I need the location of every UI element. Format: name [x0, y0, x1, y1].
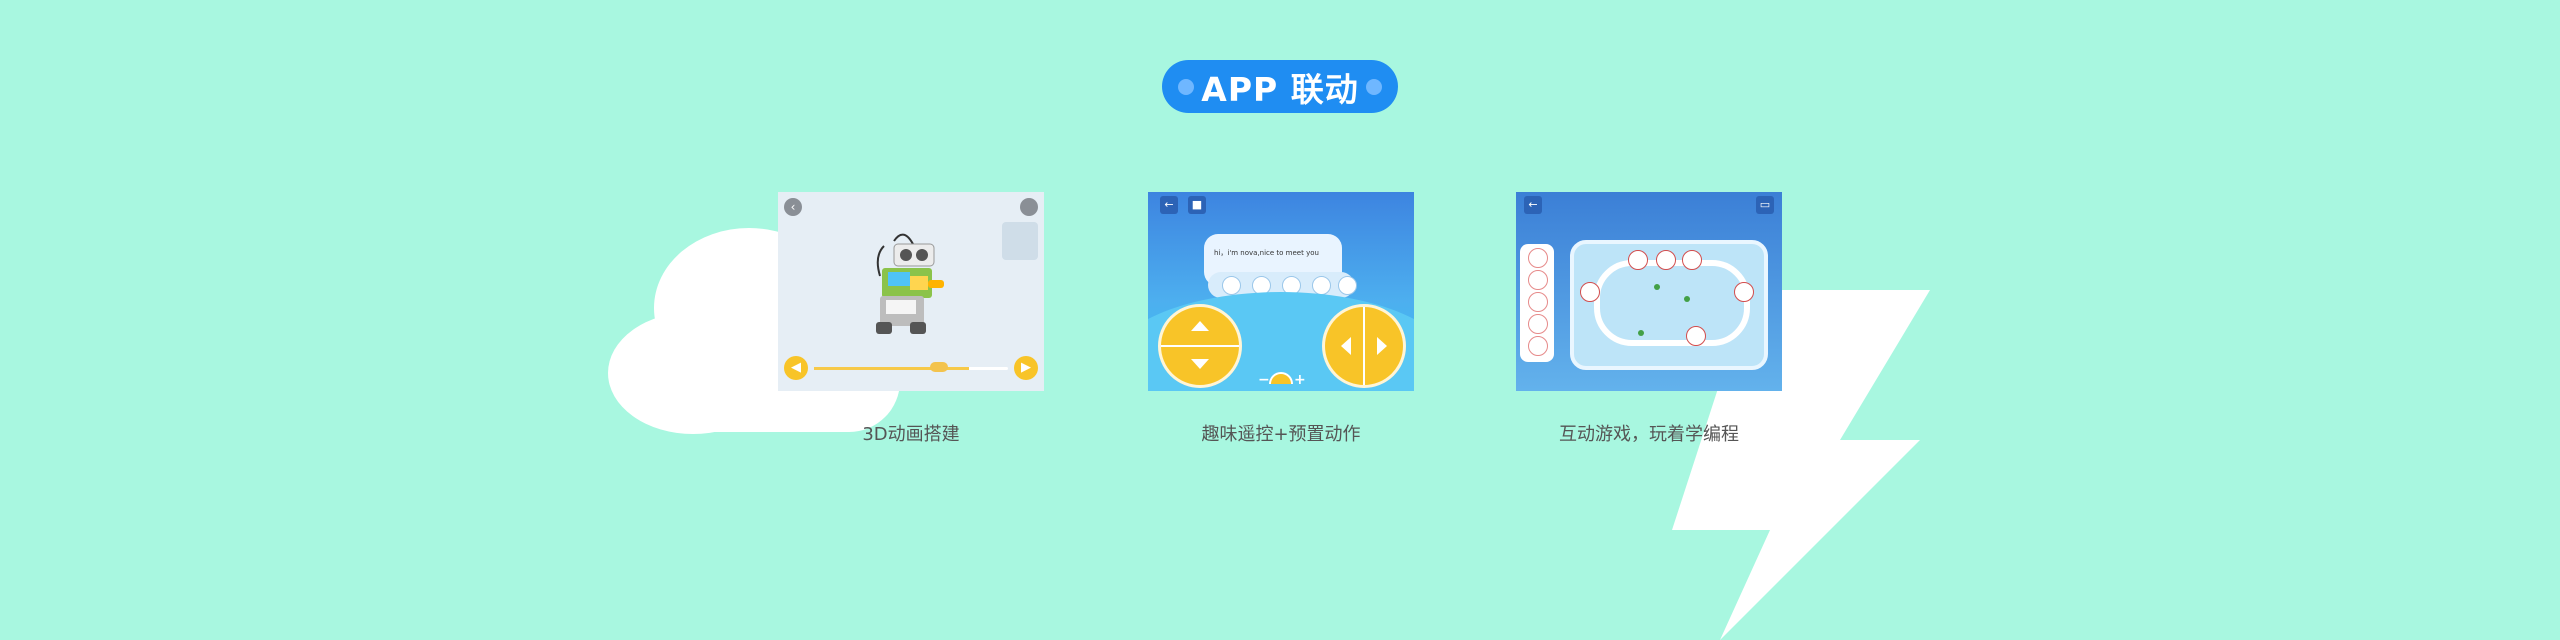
preset-action-icon — [1312, 276, 1331, 295]
character-icon — [1528, 270, 1548, 290]
character-icon — [1528, 292, 1548, 312]
race-track — [1594, 260, 1750, 346]
character-icon — [1528, 314, 1548, 334]
settings-icon: ▭ — [1756, 196, 1774, 214]
card-caption-remote-control: 趣味遥控+预置动作 — [1201, 424, 1361, 445]
preset-action-icon — [1222, 276, 1241, 295]
speech-bubble-text: hi，i'm nova,nice to meet you — [1214, 249, 1319, 257]
section-title-pill: APP 联动 — [1162, 60, 1398, 113]
back-icon: ← — [1524, 196, 1542, 214]
card-3d-build-screenshot: ‹ ◀ ▶ — [778, 192, 1044, 391]
part-thumbnail — [1002, 222, 1038, 260]
player-avatar — [1686, 326, 1706, 346]
player-avatar — [1734, 282, 1754, 302]
next-step-icon: ▶ — [1014, 356, 1038, 380]
player-avatar — [1682, 250, 1702, 270]
tree-decoration — [1684, 296, 1690, 302]
card-caption-3d-build: 3D动画搭建 — [862, 424, 960, 445]
back-icon: ‹ — [784, 198, 802, 216]
card-remote-control-screenshot: ← ■ hi，i'm nova,nice to meet you − + — [1148, 192, 1414, 391]
animation-progress-slider — [814, 367, 1008, 370]
robot-model-image — [876, 233, 944, 334]
back-icon: ← — [1160, 196, 1178, 214]
player-avatar — [1580, 282, 1600, 302]
card-coding-game-screenshot: ← ▭ — [1516, 192, 1782, 391]
svg-text:−: − — [1258, 372, 1270, 388]
stop-icon: ■ — [1188, 196, 1206, 214]
left-right-pad — [1322, 304, 1406, 388]
slider-knob — [930, 362, 948, 372]
prev-step-icon: ◀ — [784, 356, 808, 380]
card-caption-coding-game: 互动游戏，玩着学编程 — [1559, 424, 1739, 445]
character-icon — [1528, 336, 1548, 356]
game-board — [1570, 240, 1768, 370]
speed-gauge-icon: − + — [1258, 372, 1306, 388]
pill-dot-right — [1366, 79, 1382, 95]
pill-dot-left — [1178, 79, 1194, 95]
section-title: APP 联动 — [1201, 69, 1359, 109]
character-icon — [1528, 248, 1548, 268]
tree-decoration — [1654, 284, 1660, 290]
player-avatar — [1656, 250, 1676, 270]
menu-icon — [1020, 198, 1038, 216]
svg-text:+: + — [1294, 372, 1306, 388]
forward-backward-pad — [1158, 304, 1242, 388]
player-avatar — [1628, 250, 1648, 270]
tree-decoration — [1638, 330, 1644, 336]
character-sidebar — [1520, 244, 1554, 362]
preset-action-icon — [1338, 276, 1357, 295]
